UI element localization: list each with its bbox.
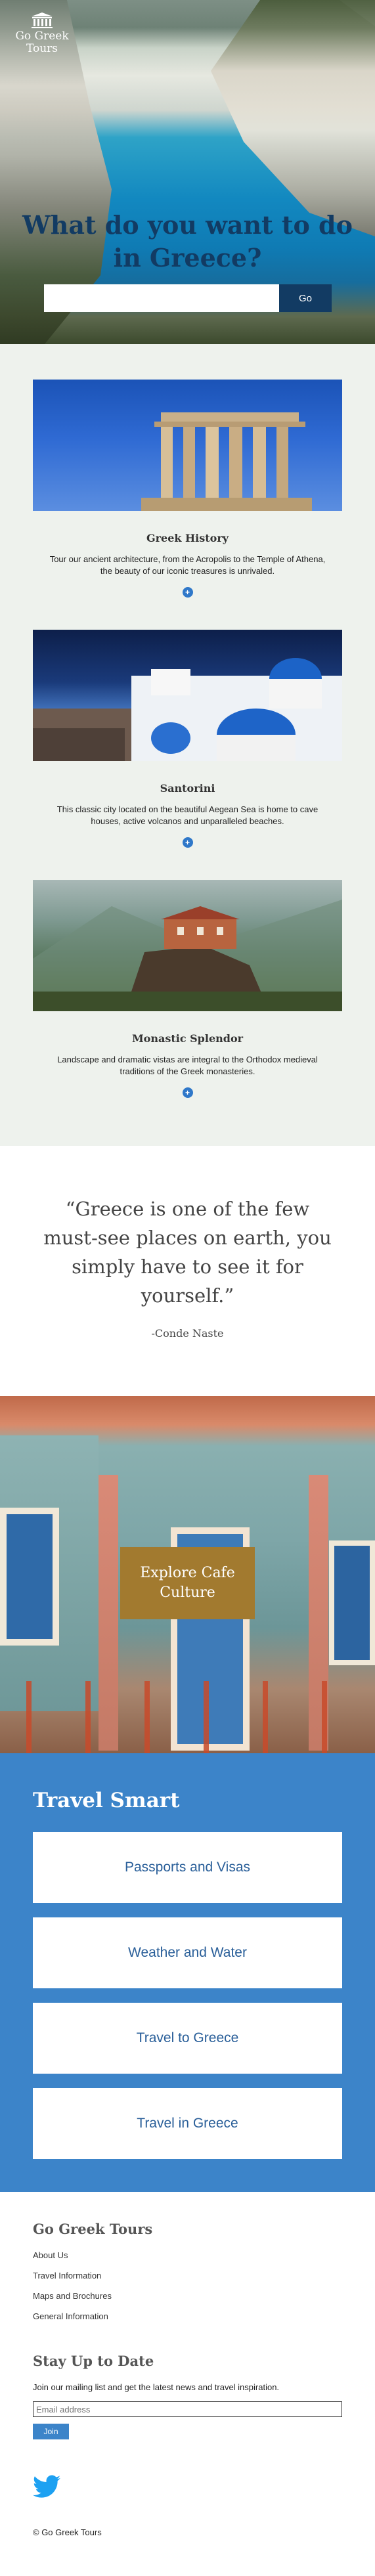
tour-card-monastic-splendor: Monastic Splendor Landscape and dramatic…: [33, 880, 342, 1099]
tour-card-greek-history: Greek History Tour our ancient architect…: [33, 380, 342, 598]
temple-icon: [32, 12, 53, 28]
cafe-window-left: [0, 1508, 59, 1646]
twitter-icon[interactable]: [33, 2475, 60, 2499]
search-input[interactable]: [44, 284, 279, 312]
greek-history-image[interactable]: [33, 380, 342, 511]
travel-to-greece-card[interactable]: Travel to Greece: [33, 2003, 342, 2074]
quote-text: “Greece is one of the few must-see place…: [43, 1198, 332, 1307]
site-footer: Go Greek Tours About Us Travel Informati…: [0, 2192, 375, 2564]
travel-in-greece-card[interactable]: Travel in Greece: [33, 2088, 342, 2159]
plus-circle-icon[interactable]: +: [182, 1087, 193, 1098]
stay-up-to-date-description: Join our mailing list and get the latest…: [33, 2382, 280, 2392]
tour-title: Santorini: [160, 782, 215, 795]
footer-link-maps-and-brochures[interactable]: Maps and Brochures: [33, 2291, 342, 2301]
explore-cafe-culture-button[interactable]: Explore Cafe Culture: [120, 1547, 255, 1619]
travel-smart-section: Travel Smart Passports and Visas Weather…: [0, 1753, 375, 2192]
passports-and-visas-card[interactable]: Passports and Visas: [33, 1832, 342, 1903]
footer-link-travel-information[interactable]: Travel Information: [33, 2271, 342, 2281]
weather-and-water-card[interactable]: Weather and Water: [33, 1917, 342, 1988]
site-logo[interactable]: Go Greek Tours: [9, 12, 75, 55]
quote-section: “Greece is one of the few must-see place…: [0, 1146, 375, 1396]
copyright: © Go Greek Tours: [33, 2527, 102, 2537]
tour-title: Monastic Splendor: [131, 1032, 244, 1045]
tour-description: Tour our ancient architecture, from the …: [49, 554, 326, 576]
santorini-image[interactable]: [33, 630, 342, 761]
search-go-button[interactable]: Go: [279, 284, 332, 312]
quote-source: -Conde Naste: [151, 1327, 224, 1340]
join-button[interactable]: Join: [33, 2424, 69, 2439]
stay-up-to-date-title: Stay Up to Date: [33, 2353, 154, 2369]
plus-circle-icon[interactable]: +: [182, 837, 193, 848]
hero-cliff-right: [211, 0, 375, 236]
cafe-section: Explore Cafe Culture: [0, 1396, 375, 1753]
email-field[interactable]: [33, 2401, 342, 2417]
santorini-illustration: [33, 658, 342, 761]
monastic-splendor-image[interactable]: [33, 880, 342, 1011]
footer-links: About Us Travel Information Maps and Bro…: [33, 2250, 342, 2321]
footer-link-about-us[interactable]: About Us: [33, 2250, 342, 2260]
footer-brand: Go Greek Tours: [33, 2221, 153, 2237]
tour-card-santorini: Santorini This classic city located on t…: [33, 630, 342, 848]
temple-ruins-illustration: [141, 412, 312, 511]
plus-circle-icon[interactable]: +: [182, 587, 193, 598]
cafe-window-right: [329, 1540, 375, 1665]
cafe-chairs: [0, 1681, 375, 1753]
tour-description: This classic city located on the beautif…: [56, 804, 319, 826]
hero-title: What do you want to do in Greece?: [22, 210, 353, 273]
search-form: Go: [44, 284, 332, 312]
tour-title: Greek History: [146, 532, 229, 544]
tours-section: Greek History Tour our ancient architect…: [0, 344, 375, 1146]
hero-section: Go Greek Tours What do you want to do in…: [0, 0, 375, 344]
footer-link-general-information[interactable]: General Information: [33, 2311, 342, 2321]
monastery-illustration: [33, 900, 342, 1011]
tour-description: Landscape and dramatic vistas are integr…: [57, 1055, 318, 1076]
travel-smart-title: Travel Smart: [33, 1789, 180, 1812]
logo-text: Go Greek Tours: [15, 30, 69, 55]
